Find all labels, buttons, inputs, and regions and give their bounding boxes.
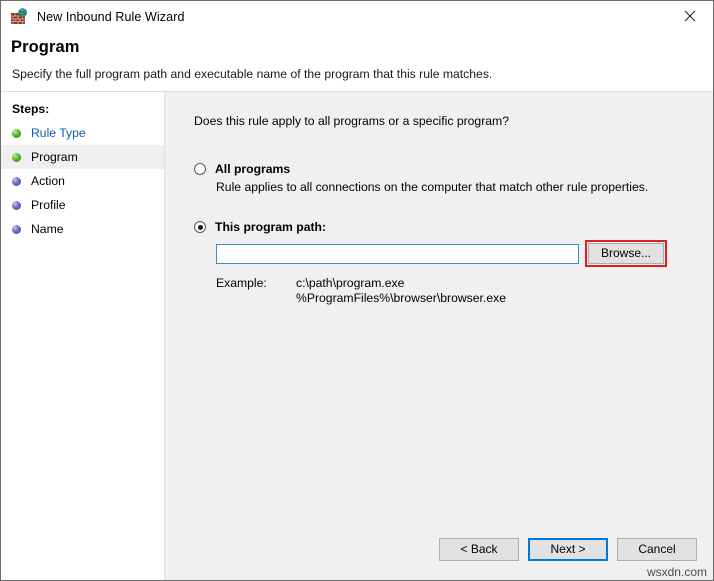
option-this-program-path-label: This program path: (215, 220, 326, 234)
footer-buttons: < Back Next > Cancel wsxdn.com (165, 518, 713, 580)
sidebar-item-profile[interactable]: Profile (1, 193, 164, 217)
sidebar-item-label: Rule Type (31, 126, 86, 140)
next-button[interactable]: Next > (528, 538, 608, 561)
page-description: Specify the full program path and execut… (11, 57, 713, 81)
example-label: Example: (216, 276, 296, 306)
sidebar-item-name[interactable]: Name (1, 217, 164, 241)
step-bullet-icon (12, 201, 21, 210)
firewall-brick-globe-icon (10, 8, 28, 26)
question-text: Does this rule apply to all programs or … (194, 114, 713, 128)
radio-all-programs[interactable] (194, 163, 206, 175)
sidebar-item-label: Program (31, 150, 78, 164)
step-bullet-icon (12, 129, 21, 138)
program-path-input[interactable] (216, 244, 579, 264)
steps-heading: Steps: (1, 100, 164, 121)
step-bullet-icon (12, 153, 21, 162)
footer-left-spacer (1, 518, 165, 580)
content-panel: Does this rule apply to all programs or … (165, 92, 713, 518)
example-block: Example: c:\path\program.exe %ProgramFil… (216, 276, 713, 306)
window-title: New Inbound Rule Wizard (37, 10, 185, 24)
close-icon[interactable] (667, 1, 713, 31)
sidebar-item-program[interactable]: Program (1, 145, 164, 169)
back-button[interactable]: < Back (439, 538, 519, 561)
footer-right: < Back Next > Cancel wsxdn.com (165, 518, 713, 580)
example-path-1: c:\path\program.exe (296, 276, 506, 291)
option-all-programs-description: Rule applies to all connections on the c… (216, 180, 713, 194)
sidebar-item-action[interactable]: Action (1, 169, 164, 193)
browse-highlight-box: Browse... (585, 240, 667, 267)
option-all-programs[interactable]: All programs Rule applies to all connect… (194, 162, 713, 194)
sidebar-item-label: Action (31, 174, 65, 188)
sidebar-item-label: Name (31, 222, 64, 236)
step-bullet-icon (12, 177, 21, 186)
title-bar: New Inbound Rule Wizard (1, 1, 713, 32)
sidebar-item-rule-type[interactable]: Rule Type (1, 121, 164, 145)
watermark: wsxdn.com (647, 565, 707, 579)
sidebar-item-label: Profile (31, 198, 66, 212)
steps-sidebar: Steps: Rule Type Program Action Profile … (1, 92, 165, 518)
footer-bar: < Back Next > Cancel wsxdn.com (1, 518, 713, 580)
page-title: Program (11, 32, 713, 57)
step-bullet-icon (12, 225, 21, 234)
wizard-window: New Inbound Rule Wizard Program Specify … (0, 0, 714, 581)
example-path-2: %ProgramFiles%\browser\browser.exe (296, 291, 506, 306)
radio-this-program-path[interactable] (194, 221, 206, 233)
option-this-program-path[interactable]: This program path: Browse... Example: c:… (194, 220, 713, 306)
cancel-button[interactable]: Cancel (617, 538, 697, 561)
option-all-programs-label: All programs (215, 162, 290, 176)
page-header: Program Specify the full program path an… (1, 32, 713, 92)
browse-button[interactable]: Browse... (588, 243, 664, 264)
wizard-body: Steps: Rule Type Program Action Profile … (1, 92, 713, 518)
